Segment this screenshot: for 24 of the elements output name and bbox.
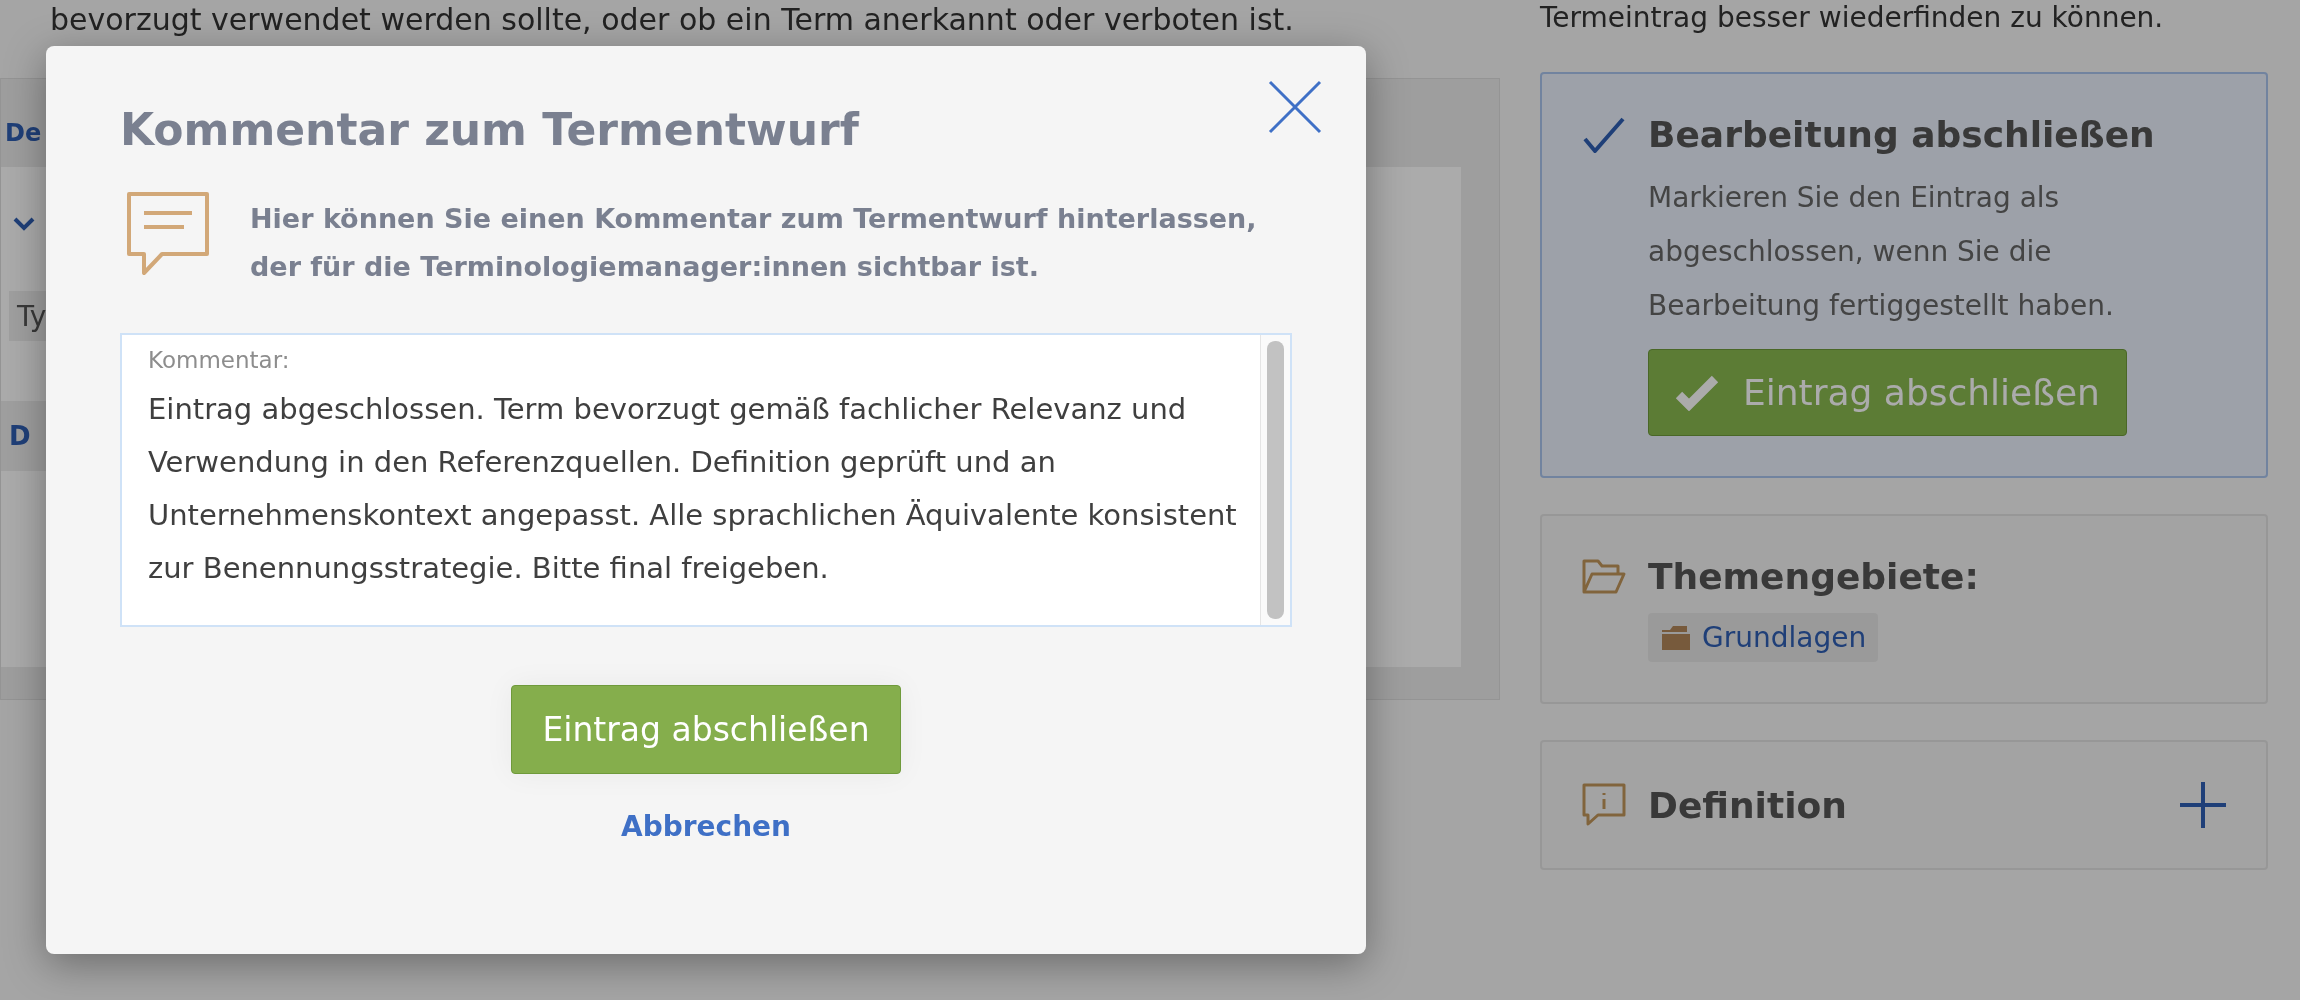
dialog-title: Kommentar zum Termentwurf — [120, 104, 861, 155]
field-label: Kommentar: — [148, 347, 291, 373]
checkmark-icon — [1675, 374, 1719, 411]
section-heading: De — [4, 119, 42, 147]
help-text: Termeintrag besser wiederfinden zu können. — [1540, 0, 2165, 36]
chevron-down-icon[interactable] — [13, 217, 35, 231]
comment-text: Eintrag abgeschlossen. Term bevorzugt gemäß fachlicher Relevanz und Verwendung in den Referenzquellen. Definition geprüft und an Unternehmenskontext angepasst. Alle sprachlichen Äquivalente konsistent zur Benennungsstrategie. Bitte final freigeben. — [148, 391, 1238, 587]
cancel-link[interactable]: Abbrechen — [621, 810, 791, 843]
comment-icon — [126, 191, 210, 277]
card-text: Markieren Sie den Eintrag als abgeschlossen, wenn Sie die Bearbeitung fertiggestellt haben. — [1648, 180, 2115, 324]
intro-text: bevorzugt verwendet werden sollte, oder ob ein Term anerkannt oder verboten ist. — [49, 1, 1295, 39]
confirm-button[interactable]: Eintrag abschließen — [511, 685, 901, 774]
card-title: Definition — [1648, 784, 1848, 826]
folder-icon — [1582, 557, 1626, 596]
card-title: Bearbeitung abschließen — [1648, 114, 2156, 155]
subject-tag[interactable]: Grundlagen — [1648, 613, 1879, 662]
finish-button[interactable]: Eintrag abschließen — [1648, 349, 2127, 436]
folder-icon — [1660, 623, 1692, 652]
dialog-description: Hier können Sie einen Kommentar zum Termentwurf hinterlassen, der für die Terminologiemanager:innen sichtbar ist. — [250, 202, 1258, 284]
comment-field[interactable] — [120, 333, 1292, 627]
plus-icon[interactable] — [2180, 782, 2226, 828]
card-title: Themengebiete: — [1648, 556, 1980, 597]
info-bubble-icon — [1582, 783, 1626, 827]
scrollbar-thumb[interactable] — [1267, 341, 1284, 619]
